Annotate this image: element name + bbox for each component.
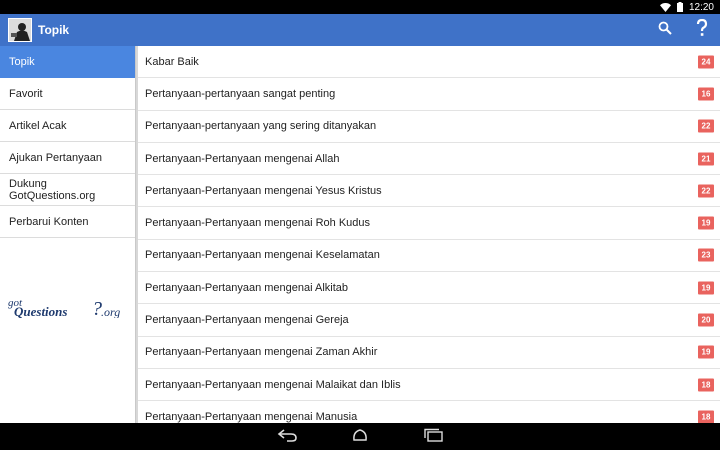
app-icon[interactable] bbox=[8, 18, 32, 42]
list-item[interactable]: Pertanyaan-Pertanyaan mengenai Yesus Kri… bbox=[138, 175, 720, 208]
count-badge: 20 bbox=[698, 313, 714, 327]
battery-icon bbox=[676, 2, 683, 12]
count-badge: 19 bbox=[698, 281, 714, 295]
gotquestions-logo: got Questions ? .org bbox=[8, 297, 120, 318]
topic-label: Pertanyaan-Pertanyaan mengenai Allah bbox=[145, 152, 340, 165]
topic-label: Pertanyaan-Pertanyaan mengenai Alkitab bbox=[145, 281, 349, 294]
topic-label: Pertanyaan-Pertanyaan mengenai Keselamat… bbox=[145, 249, 380, 262]
sidebar-item-label: Perbarui Konten bbox=[9, 215, 89, 228]
count-badge: 21 bbox=[698, 152, 714, 166]
back-icon bbox=[277, 428, 299, 447]
search-button[interactable] bbox=[653, 18, 677, 42]
clock: 12:20 bbox=[688, 1, 714, 13]
navigation-bar bbox=[0, 423, 720, 450]
page-title: Topik bbox=[38, 23, 70, 37]
count-badge: 16 bbox=[698, 87, 714, 101]
svg-text:.org: .org bbox=[101, 305, 120, 318]
list-item[interactable]: Pertanyaan-Pertanyaan mengenai Zaman Akh… bbox=[138, 337, 720, 369]
topic-label: Pertanyaan-Pertanyaan mengenai Gereja bbox=[145, 314, 349, 327]
sidebar-item-favorit[interactable]: Favorit bbox=[0, 78, 135, 110]
recents-icon bbox=[422, 428, 444, 447]
count-badge: 22 bbox=[698, 184, 714, 198]
count-badge: 19 bbox=[698, 216, 714, 230]
topic-label: Pertanyaan-Pertanyaan mengenai Roh Kudus bbox=[145, 217, 371, 230]
list-item[interactable]: Pertanyaan-Pertanyaan mengenai Manusia 18 bbox=[138, 401, 720, 423]
list-item[interactable]: Pertanyaan-Pertanyaan mengenai Allah 21 bbox=[138, 143, 720, 176]
count-badge: 22 bbox=[698, 119, 714, 133]
count-badge: 24 bbox=[698, 55, 714, 69]
sidebar-item-dukung[interactable]: Dukung GotQuestions.org bbox=[0, 174, 135, 206]
sidebar-item-label: Artikel Acak bbox=[9, 119, 67, 132]
app-bar: Topik bbox=[0, 14, 720, 46]
sidebar: Topik Favorit Artikel Acak Ajukan Pertan… bbox=[0, 46, 136, 423]
count-badge: 23 bbox=[698, 248, 714, 262]
topic-label: Pertanyaan-pertanyaan sangat penting bbox=[145, 87, 336, 100]
sidebar-item-label: Favorit bbox=[9, 87, 43, 100]
home-button[interactable] bbox=[348, 428, 372, 446]
topic-label: Kabar Baik bbox=[145, 55, 199, 68]
sidebar-item-ajukan-pertanyaan[interactable]: Ajukan Pertanyaan bbox=[0, 142, 135, 174]
help-icon bbox=[696, 18, 708, 42]
svg-text:Questions: Questions bbox=[14, 304, 67, 318]
list-item[interactable]: Pertanyaan-Pertanyaan mengenai Gereja 20 bbox=[138, 304, 720, 337]
sidebar-item-label: Dukung GotQuestions.org bbox=[9, 177, 96, 202]
status-bar: 12:20 bbox=[0, 0, 720, 14]
sidebar-item-label: Ajukan Pertanyaan bbox=[9, 151, 102, 164]
list-item[interactable]: Pertanyaan-Pertanyaan mengenai Malaikat … bbox=[138, 369, 720, 402]
list-item[interactable]: Pertanyaan-Pertanyaan mengenai Keselamat… bbox=[138, 240, 720, 273]
wifi-icon bbox=[659, 2, 671, 12]
topic-label: Pertanyaan-pertanyaan yang sering ditany… bbox=[145, 120, 377, 133]
count-badge: 18 bbox=[698, 378, 714, 392]
home-icon bbox=[349, 428, 371, 447]
topic-label: Pertanyaan-Pertanyaan mengenai Manusia bbox=[145, 410, 358, 423]
count-badge: 18 bbox=[698, 410, 714, 423]
list-item[interactable]: Pertanyaan-pertanyaan sangat penting 16 bbox=[138, 78, 720, 111]
sidebar-item-label: Topik bbox=[9, 55, 35, 68]
search-icon bbox=[658, 21, 672, 40]
sidebar-item-topik[interactable]: Topik bbox=[0, 46, 135, 78]
recents-button[interactable] bbox=[421, 428, 445, 446]
back-button[interactable] bbox=[276, 428, 300, 446]
topic-list: Kabar Baik 24 Pertanyaan-pertanyaan sanga… bbox=[136, 46, 720, 423]
sidebar-item-artikel-acak[interactable]: Artikel Acak bbox=[0, 110, 135, 142]
count-badge: 19 bbox=[698, 345, 714, 359]
topic-label: Pertanyaan-Pertanyaan mengenai Zaman Akh… bbox=[145, 346, 378, 359]
list-item[interactable]: Pertanyaan-pertanyaan yang sering ditany… bbox=[138, 111, 720, 143]
topic-label: Pertanyaan-Pertanyaan mengenai Yesus Kri… bbox=[145, 184, 382, 197]
sidebar-item-perbarui-konten[interactable]: Perbarui Konten bbox=[0, 206, 135, 238]
list-item[interactable]: Kabar Baik 24 bbox=[138, 46, 720, 79]
list-item[interactable]: Pertanyaan-Pertanyaan mengenai Roh Kudus… bbox=[138, 207, 720, 240]
list-item[interactable]: Pertanyaan-Pertanyaan mengenai Alkitab 19 bbox=[138, 272, 720, 305]
topic-label: Pertanyaan-Pertanyaan mengenai Malaikat … bbox=[145, 378, 401, 391]
help-button[interactable] bbox=[690, 18, 714, 42]
